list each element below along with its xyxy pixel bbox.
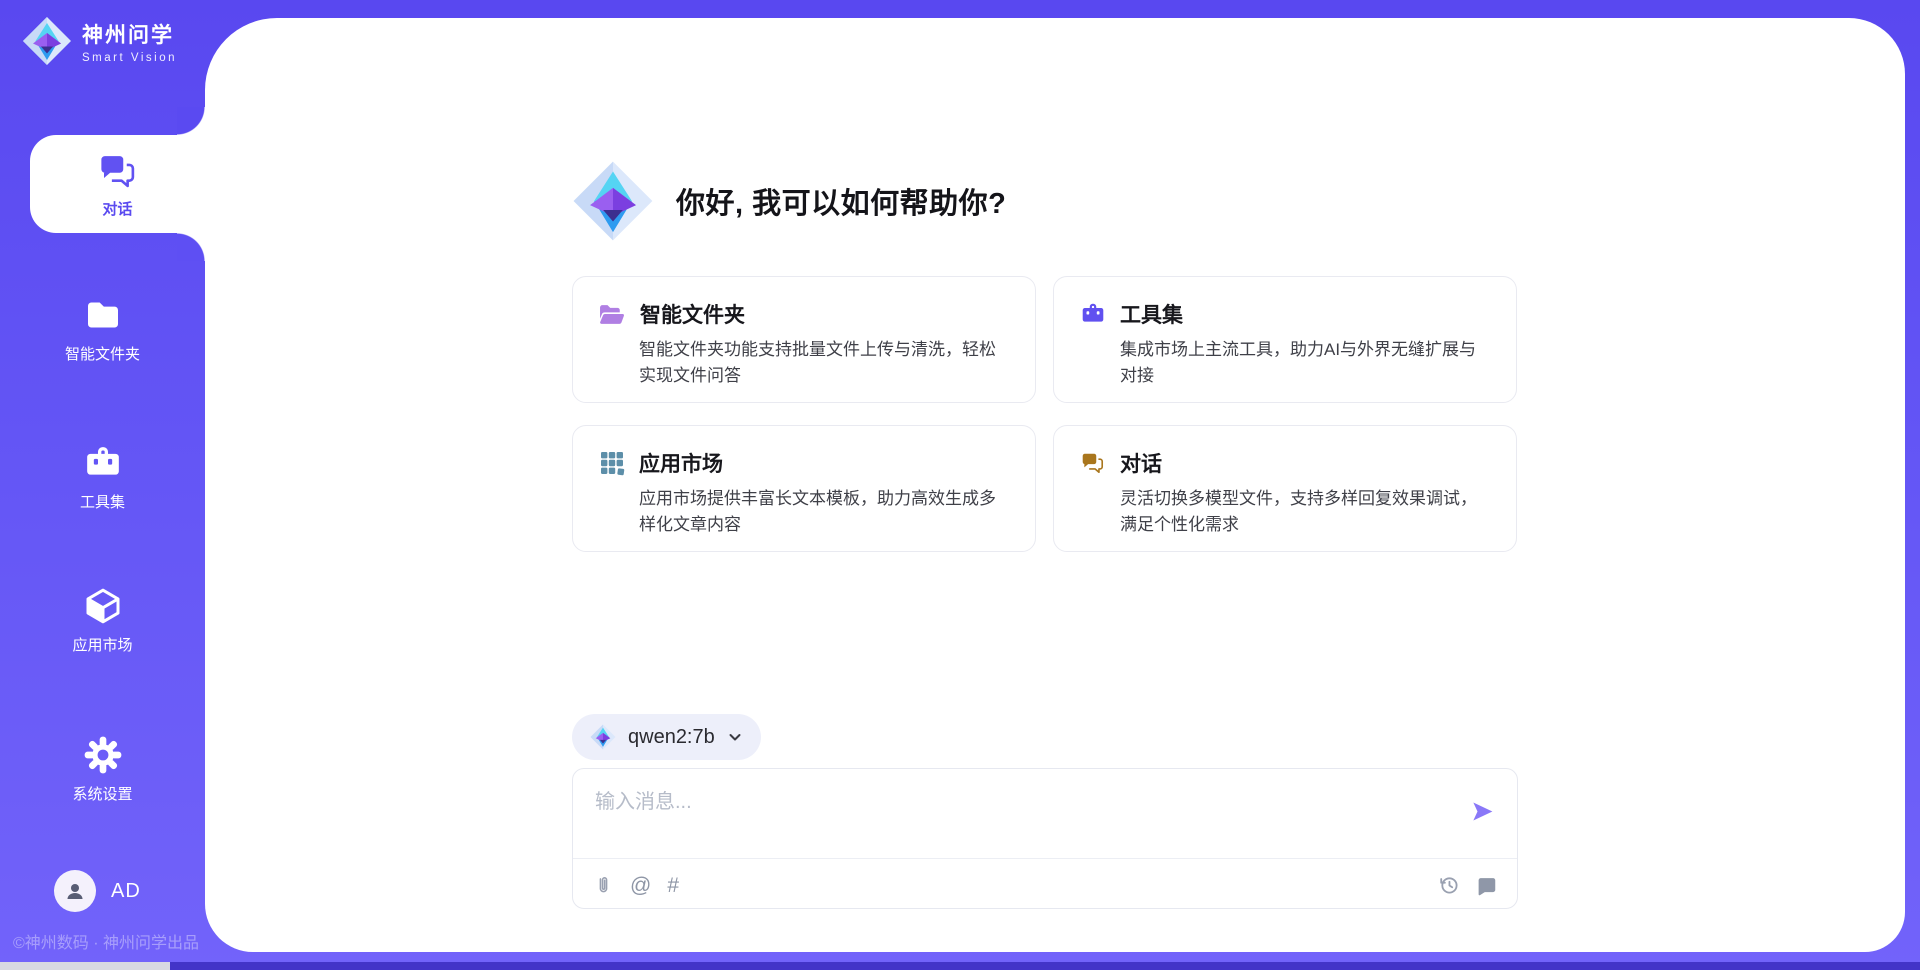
sidebar-item-smart-folder[interactable]: 智能文件夹 xyxy=(0,295,205,364)
chat-icon xyxy=(1080,450,1106,476)
card-title: 对话 xyxy=(1120,448,1162,478)
card-title: 应用市场 xyxy=(639,448,723,478)
composer-divider xyxy=(573,858,1517,859)
card-toolset[interactable]: 工具集 集成市场上主流工具，助力AI与外界无缝扩展与对接 xyxy=(1053,276,1517,403)
user-account[interactable]: AD xyxy=(54,870,141,912)
message-composer: @ # xyxy=(572,768,1518,909)
at-icon[interactable]: @ xyxy=(630,875,651,896)
history-icon xyxy=(1438,874,1460,896)
model-name: qwen2:7b xyxy=(628,726,715,749)
main-panel: 你好, 我可以如何帮助你? 智能文件夹 智能文件夹功能支持批量文件上传与清洗，轻… xyxy=(205,18,1905,952)
bottom-edge-strip xyxy=(0,962,1920,970)
brand-tagline: Smart Vision xyxy=(82,52,177,64)
sidebar-item-label: 智能文件夹 xyxy=(65,343,140,364)
folder-open-icon xyxy=(599,303,626,326)
paperclip-icon xyxy=(593,875,614,896)
card-chat[interactable]: 对话 灵活切换多模型文件，支持多样回复效果调试，满足个性化需求 xyxy=(1053,425,1517,552)
attach-button[interactable] xyxy=(593,875,614,896)
feature-cards: 智能文件夹 智能文件夹功能支持批量文件上传与清洗，轻松实现文件问答 工具集 集 xyxy=(572,276,1517,552)
send-icon xyxy=(1470,799,1495,824)
grid-cube-icon xyxy=(599,450,625,476)
toolbox-icon xyxy=(83,443,123,483)
card-smart-folder[interactable]: 智能文件夹 智能文件夹功能支持批量文件上传与清洗，轻松实现文件问答 xyxy=(572,276,1036,403)
card-description: 集成市场上主流工具，助力AI与外界无缝扩展与对接 xyxy=(1120,337,1490,388)
card-description: 应用市场提供丰富长文本模板，助力高效生成多样化文章内容 xyxy=(639,486,1009,537)
bottom-edge-strip-left xyxy=(0,962,170,970)
sidebar-item-label: 工具集 xyxy=(80,491,125,512)
card-description: 智能文件夹功能支持批量文件上传与清洗，轻松实现文件问答 xyxy=(639,337,1009,388)
hash-icon[interactable]: # xyxy=(667,875,679,896)
history-button[interactable] xyxy=(1438,874,1460,896)
card-app-market[interactable]: 应用市场 应用市场提供丰富长文本模板，助力高效生成多样化文章内容 xyxy=(572,425,1036,552)
sidebar-item-settings[interactable]: 系统设置 xyxy=(0,735,205,804)
cube-icon xyxy=(83,586,123,626)
diamond-logo-icon xyxy=(590,724,616,750)
send-button[interactable] xyxy=(1470,799,1495,824)
gear-icon xyxy=(83,735,123,775)
chevron-down-icon xyxy=(727,729,743,745)
card-title: 智能文件夹 xyxy=(640,299,745,329)
model-selector[interactable]: qwen2:7b xyxy=(572,714,761,760)
briefcase-icon xyxy=(1080,301,1106,327)
brand-name: 神州问学 xyxy=(82,19,177,49)
folder-icon xyxy=(83,295,123,335)
greeting: 你好, 我可以如何帮助你? xyxy=(572,160,1006,242)
sidebar-item-label: 应用市场 xyxy=(72,634,132,655)
user-name: AD xyxy=(111,880,141,903)
greeting-title: 你好, 我可以如何帮助你? xyxy=(676,180,1006,222)
message-input[interactable] xyxy=(595,785,1435,847)
diamond-logo-icon xyxy=(22,16,72,66)
chat-home-content: 你好, 我可以如何帮助你? 智能文件夹 智能文件夹功能支持批量文件上传与清洗，轻… xyxy=(572,18,1520,952)
diamond-logo-icon xyxy=(572,160,654,242)
copyright: ©神州数码 · 神州问学出品 xyxy=(13,929,199,953)
sidebar-item-toolset[interactable]: 工具集 xyxy=(0,443,205,512)
composer-toolbar: @ # xyxy=(593,865,1497,905)
message-icon xyxy=(1476,875,1497,896)
card-title: 工具集 xyxy=(1120,299,1183,329)
avatar xyxy=(54,870,96,912)
person-icon xyxy=(63,879,87,903)
sidebar: 神州问学 Smart Vision 智能文件夹 工具集 xyxy=(0,0,205,970)
sidebar-item-app-market[interactable]: 应用市场 xyxy=(0,586,205,655)
message-panel-button[interactable] xyxy=(1476,875,1497,896)
brand: 神州问学 Smart Vision xyxy=(22,16,177,66)
card-description: 灵活切换多模型文件，支持多样回复效果调试，满足个性化需求 xyxy=(1120,486,1490,537)
sidebar-item-label: 系统设置 xyxy=(72,783,132,804)
